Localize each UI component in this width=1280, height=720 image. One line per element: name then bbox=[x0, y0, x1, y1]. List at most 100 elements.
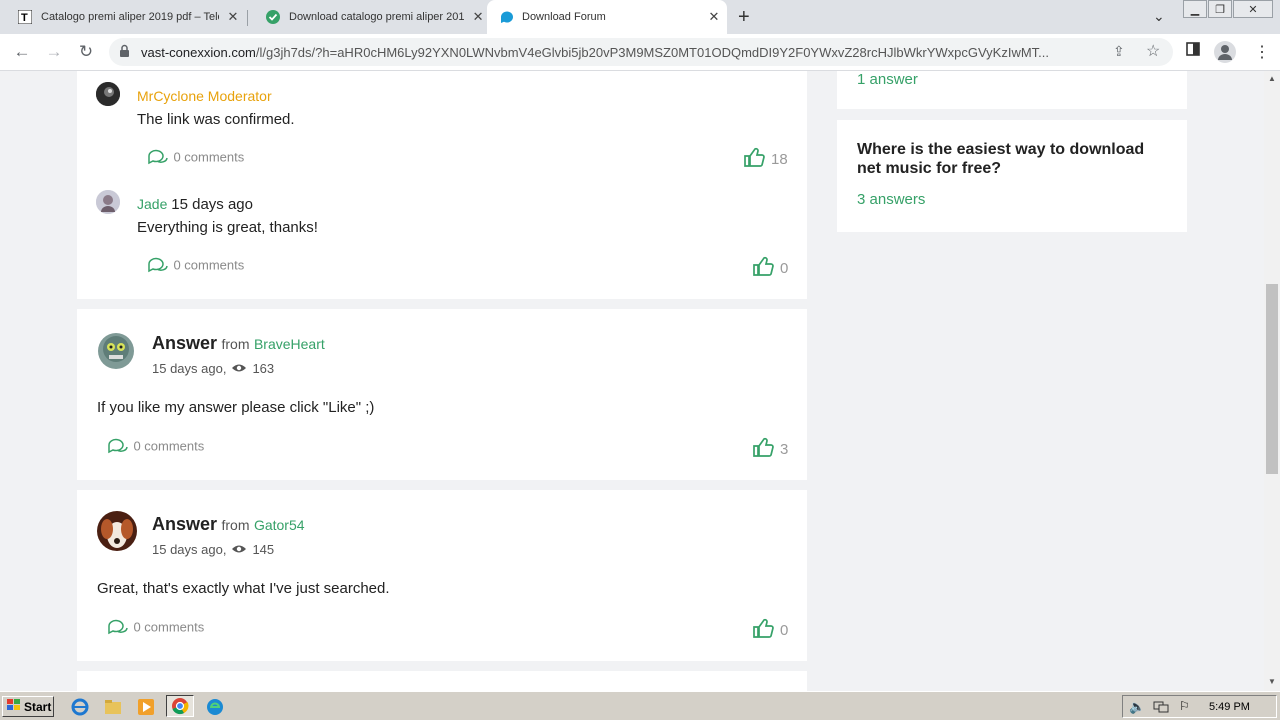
clock: 5:49 PM bbox=[1209, 701, 1250, 713]
like-button[interactable]: 0 bbox=[752, 617, 788, 643]
tab-title: Download catalogo premi aliper 2019 bbox=[289, 11, 465, 23]
answer-time: 15 days ago, bbox=[152, 542, 227, 557]
close-tab-icon[interactable]: ✕ bbox=[470, 9, 486, 25]
thumbs-up-icon bbox=[743, 146, 765, 172]
anyrun-watermark: ANY RUN bbox=[1038, 681, 1254, 691]
answer-text: If you like my answer please click "Like… bbox=[97, 399, 375, 416]
edge-icon[interactable] bbox=[205, 697, 225, 717]
comments-link[interactable]: 0 comments bbox=[107, 618, 204, 636]
system-tray: 🔈 ⚐ 5:49 PM bbox=[1122, 695, 1277, 718]
tab-telegraph[interactable]: T Catalogo premi aliper 2019 pdf – Tele … bbox=[0, 0, 246, 34]
reload-button[interactable]: ↻ bbox=[75, 42, 97, 62]
avatar bbox=[96, 190, 120, 214]
view-count: 145 bbox=[252, 542, 275, 557]
menu-kebab-icon[interactable]: ⋮ bbox=[1254, 42, 1270, 62]
thumbs-up-icon bbox=[752, 436, 774, 462]
profile-avatar-icon[interactable] bbox=[1214, 41, 1236, 63]
comments-link[interactable]: 0 comments bbox=[147, 256, 244, 274]
address-bar[interactable]: vast-conexxion.com/l/g3jh7ds/?h=aHR0cHM6… bbox=[109, 38, 1173, 66]
view-count: 163 bbox=[252, 361, 275, 376]
answer-time: 15 days ago, bbox=[152, 361, 227, 376]
close-tab-icon[interactable]: ✕ bbox=[706, 9, 722, 25]
tab-search-icon[interactable]: ⌄ bbox=[1153, 8, 1165, 25]
forward-button[interactable]: → bbox=[43, 42, 65, 62]
comment-bubble-icon bbox=[107, 438, 129, 454]
answer-from: from bbox=[221, 336, 250, 352]
start-button[interactable]: Start bbox=[2, 696, 54, 717]
internet-explorer-icon[interactable] bbox=[70, 697, 90, 717]
comments-link[interactable]: 0 comments bbox=[147, 148, 244, 166]
comment-author-line: Jade 15 days ago bbox=[137, 196, 253, 213]
windows-taskbar: Start 🔈 ⚐ 5:49 PM bbox=[0, 691, 1280, 720]
media-player-icon[interactable] bbox=[136, 697, 156, 717]
comment-author[interactable]: Jade bbox=[137, 196, 167, 212]
volume-icon[interactable]: 🔈 bbox=[1129, 699, 1145, 715]
answer-heading: Answer bbox=[152, 333, 218, 353]
answer-from: from bbox=[221, 517, 250, 533]
like-button[interactable]: 0 bbox=[752, 255, 788, 281]
answer-header: Answer from Gator54 bbox=[152, 514, 305, 535]
url-text: vast-conexxion.com/l/g3jh7ds/?h=aHR0cHM6… bbox=[141, 45, 1050, 60]
share-icon[interactable]: ⇪ bbox=[1113, 43, 1125, 60]
like-button[interactable]: 18 bbox=[743, 146, 788, 172]
answer-card bbox=[77, 671, 807, 691]
avatar bbox=[97, 332, 135, 370]
comment-text: The link was confirmed. bbox=[137, 111, 295, 128]
answer-count-link[interactable]: 3 answers bbox=[857, 191, 925, 208]
eye-icon bbox=[231, 542, 247, 557]
folder-icon[interactable] bbox=[103, 697, 123, 717]
scrollbar-thumb[interactable] bbox=[1266, 284, 1278, 474]
tab-download-catalogo[interactable]: Download catalogo premi aliper 2019 ✕ bbox=[248, 0, 486, 34]
page-content: MrCyclone Moderator The link was confirm… bbox=[0, 71, 1264, 691]
like-count: 0 bbox=[780, 259, 789, 277]
scroll-up-icon[interactable]: ▲ bbox=[1268, 74, 1276, 83]
vertical-scrollbar[interactable]: ▲ ▼ bbox=[1264, 71, 1280, 691]
comment-time: 15 days ago bbox=[171, 196, 253, 213]
comment-bubble-icon bbox=[107, 619, 129, 635]
tab-title: Download Forum bbox=[522, 11, 606, 23]
bookmark-star-icon[interactable]: ☆ bbox=[1146, 41, 1160, 61]
telegraph-icon: T bbox=[18, 10, 32, 24]
flag-icon[interactable]: ⚐ bbox=[1179, 699, 1190, 713]
like-button[interactable]: 3 bbox=[752, 436, 788, 462]
like-count: 18 bbox=[771, 150, 788, 168]
chat-bubble-icon bbox=[499, 10, 513, 24]
new-tab-button[interactable]: + bbox=[738, 6, 750, 29]
thumbs-up-icon bbox=[752, 255, 774, 281]
answer-author[interactable]: BraveHeart bbox=[254, 336, 325, 352]
comments-card: MrCyclone Moderator The link was confirm… bbox=[77, 71, 807, 299]
check-circle-icon bbox=[266, 10, 280, 24]
sidebar-question-card: 1 answer bbox=[837, 71, 1187, 109]
comment-bubble-icon bbox=[147, 257, 169, 273]
comment-author[interactable]: MrCyclone Moderator bbox=[137, 88, 272, 104]
side-panel-icon[interactable] bbox=[1186, 42, 1200, 60]
eye-icon bbox=[231, 361, 247, 376]
avatar bbox=[96, 82, 120, 106]
answer-meta: 15 days ago, 145 bbox=[152, 542, 274, 557]
close-window-button[interactable]: ✕ bbox=[1233, 0, 1273, 18]
answer-card: Answer from BraveHeart 15 days ago, 163 … bbox=[77, 309, 807, 480]
avatar bbox=[97, 511, 137, 551]
answer-count-link[interactable]: 1 answer bbox=[857, 71, 918, 88]
answer-heading: Answer bbox=[152, 514, 218, 534]
like-count: 3 bbox=[780, 440, 789, 458]
restore-button[interactable]: ❐ bbox=[1208, 0, 1232, 18]
tab-title: Catalogo premi aliper 2019 pdf – Tele bbox=[41, 11, 219, 23]
like-count: 0 bbox=[780, 621, 789, 639]
question-title-link[interactable]: Where is the easiest way to download net… bbox=[857, 140, 1167, 178]
minimize-button[interactable]: ▁ bbox=[1183, 0, 1207, 18]
lock-icon bbox=[119, 44, 130, 58]
thumbs-up-icon bbox=[752, 617, 774, 643]
close-tab-icon[interactable]: ✕ bbox=[225, 9, 241, 25]
comments-link[interactable]: 0 comments bbox=[107, 437, 204, 455]
tab-strip: T Catalogo premi aliper 2019 pdf – Tele … bbox=[0, 0, 1280, 34]
comment-text: Everything is great, thanks! bbox=[137, 219, 318, 236]
windows-logo-icon bbox=[7, 699, 21, 714]
scroll-down-icon[interactable]: ▼ bbox=[1268, 677, 1276, 686]
network-icon[interactable] bbox=[1153, 700, 1169, 719]
tab-download-forum[interactable]: Download Forum ✕ bbox=[487, 0, 727, 34]
sidebar-question-card: Where is the easiest way to download net… bbox=[837, 120, 1187, 232]
answer-author[interactable]: Gator54 bbox=[254, 517, 305, 533]
chrome-taskbar-button[interactable] bbox=[166, 695, 194, 717]
back-button[interactable]: ← bbox=[11, 42, 33, 62]
